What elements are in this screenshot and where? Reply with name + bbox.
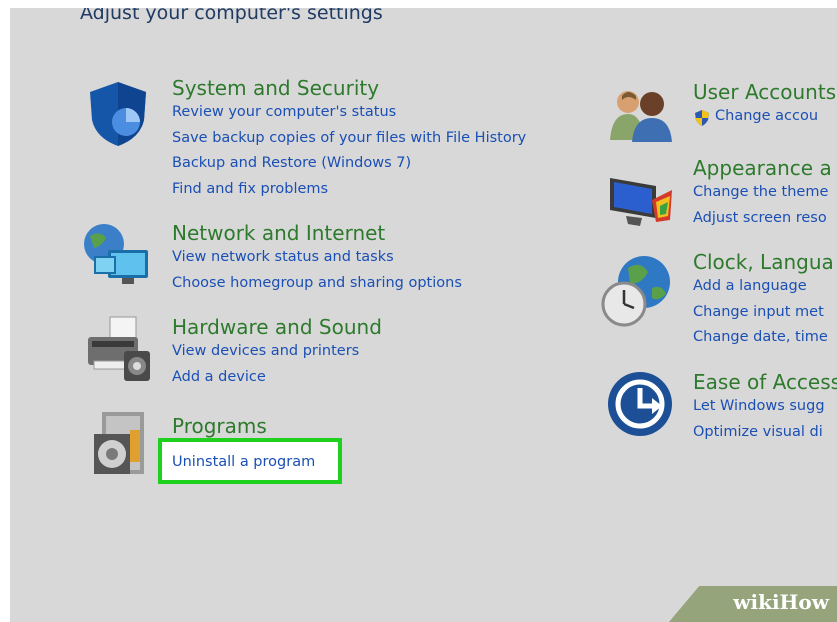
- programs-heading[interactable]: Programs: [172, 414, 267, 438]
- clock-globe-icon: [601, 256, 670, 327]
- ease-of-access-icon: [608, 372, 672, 436]
- network-globe-icon: [84, 224, 148, 284]
- category-system-security: System and Security Review your computer…: [172, 76, 526, 202]
- change-account-label: Change accou: [715, 108, 819, 124]
- ease-of-access-heading[interactable]: Ease of Access: [693, 370, 837, 394]
- review-status-link[interactable]: Review your computer's status: [172, 100, 526, 126]
- adjust-resolution-link[interactable]: Adjust screen reso: [693, 206, 832, 232]
- change-date-time-link[interactable]: Change date, time: [693, 325, 834, 351]
- control-panel-window: Adjust your computer's settings System a…: [10, 8, 837, 622]
- network-status-link[interactable]: View network status and tasks: [172, 245, 462, 271]
- programs-disc-icon: [94, 412, 144, 474]
- appearance-monitor-icon: [610, 178, 672, 226]
- uninstall-program-link[interactable]: Uninstall a program: [172, 454, 315, 470]
- clock-language-heading[interactable]: Clock, Langua: [693, 250, 834, 274]
- backup-restore-link[interactable]: Backup and Restore (Windows 7): [172, 151, 526, 177]
- let-windows-suggest-link[interactable]: Let Windows sugg: [693, 394, 837, 420]
- appearance-heading[interactable]: Appearance a: [693, 156, 832, 180]
- homegroup-link[interactable]: Choose homegroup and sharing options: [172, 271, 462, 297]
- add-language-link[interactable]: Add a language: [693, 274, 834, 300]
- devices-printers-link[interactable]: View devices and printers: [172, 339, 382, 365]
- change-input-link[interactable]: Change input met: [693, 300, 834, 326]
- change-account-link[interactable]: Change accou: [693, 104, 836, 130]
- file-history-link[interactable]: Save backup copies of your files with Fi…: [172, 126, 526, 152]
- watermark-text: wikiHow: [733, 590, 829, 614]
- hardware-sound-heading[interactable]: Hardware and Sound: [172, 315, 382, 339]
- category-appearance: Appearance a Change the theme Adjust scr…: [693, 156, 832, 231]
- wikihow-watermark: wikiHow: [669, 586, 837, 622]
- user-accounts-icon: [610, 91, 672, 142]
- network-internet-heading[interactable]: Network and Internet: [172, 221, 462, 245]
- uninstall-highlight-box[interactable]: Uninstall a program: [158, 438, 342, 484]
- category-programs: Programs: [172, 414, 267, 438]
- printer-icon: [88, 316, 150, 381]
- uac-shield-icon: [695, 110, 709, 126]
- shield-icon: [90, 82, 146, 146]
- add-device-link[interactable]: Add a device: [172, 365, 382, 391]
- user-accounts-heading[interactable]: User Accounts: [693, 80, 836, 104]
- change-theme-link[interactable]: Change the theme: [693, 180, 832, 206]
- system-security-heading[interactable]: System and Security: [172, 76, 526, 100]
- find-fix-problems-link[interactable]: Find and fix problems: [172, 177, 526, 203]
- category-user-accounts: User Accounts Change accou: [693, 80, 836, 130]
- category-hardware-sound: Hardware and Sound View devices and prin…: [172, 315, 382, 390]
- category-ease-of-access: Ease of Access Let Windows sugg Optimize…: [693, 370, 837, 445]
- optimize-visual-link[interactable]: Optimize visual di: [693, 420, 837, 446]
- category-network-internet: Network and Internet View network status…: [172, 221, 462, 296]
- category-clock-language: Clock, Langua Add a language Change inpu…: [693, 250, 834, 351]
- page-title: Adjust your computer's settings: [80, 8, 383, 24]
